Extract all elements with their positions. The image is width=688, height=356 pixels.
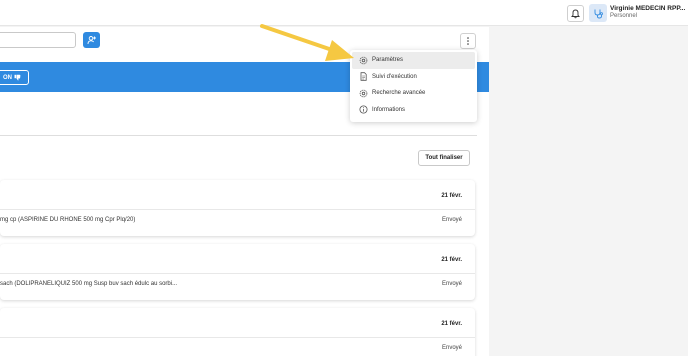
menu-item-label: Suivi d'exécution <box>372 73 417 80</box>
prescription-status: Envoyé <box>441 281 462 287</box>
finalize-all-button[interactable]: Tout finaliser <box>418 150 470 166</box>
banner-button-label: ON <box>3 74 12 81</box>
menu-item-suivi-execution[interactable]: Suivi d'exécution <box>352 69 475 86</box>
card-divider <box>0 209 475 210</box>
document-icon <box>359 72 368 81</box>
prescription-date: 21 févr. <box>441 321 462 327</box>
banner-action-button[interactable]: ON <box>0 70 29 85</box>
add-patient-button[interactable] <box>83 32 100 48</box>
prescription-date: 21 févr. <box>441 257 462 263</box>
prescription-date: 21 févr. <box>441 193 462 199</box>
card-divider <box>0 337 475 338</box>
stethoscope-icon <box>594 9 603 18</box>
gear-icon <box>359 56 368 65</box>
add-patient-icon <box>87 36 96 45</box>
more-options-button[interactable] <box>460 33 476 49</box>
prescription-status: Envoyé <box>441 345 462 351</box>
menu-item-label: Recherche avancée <box>372 90 426 97</box>
section-divider <box>0 135 477 136</box>
user-role: Personnel <box>610 13 638 19</box>
menu-item-informations[interactable]: Informations <box>352 102 475 119</box>
thumbs-down-icon <box>14 74 21 81</box>
prescription-card[interactable]: 21 févr. mg cp (ASPIRINE DU RHONE 500 mg… <box>0 180 475 236</box>
menu-item-parametres[interactable]: Paramètres <box>352 52 475 69</box>
top-bar: Virginie MEDECIN RPP... Personnel <box>0 0 688 26</box>
user-name[interactable]: Virginie MEDECIN RPP... <box>610 5 685 12</box>
menu-item-recherche-avancee[interactable]: Recherche avancée <box>352 85 475 102</box>
card-divider <box>0 273 475 274</box>
options-dropdown-menu: Paramètres Suivi d'exécution Recherche a… <box>350 50 477 122</box>
bell-icon <box>571 9 580 18</box>
prescription-description: mg cp (ASPIRINE DU RHONE 500 mg Cpr Plq/… <box>0 217 136 223</box>
prescription-description: sach (DOLIPRANELIQUIZ 500 mg Susp buv sa… <box>0 281 178 287</box>
notification-bell-button[interactable] <box>567 5 584 22</box>
menu-item-label: Informations <box>372 106 406 113</box>
info-icon <box>359 105 368 114</box>
vertical-dots-icon <box>467 37 469 45</box>
prescription-status: Envoyé <box>441 217 462 223</box>
search-input[interactable] <box>0 32 76 48</box>
user-avatar[interactable] <box>589 4 607 22</box>
prescription-card[interactable]: 21 févr. sach (DOLIPRANELIQUIZ 500 mg Su… <box>0 244 475 300</box>
menu-item-label: Paramètres <box>372 57 404 64</box>
prescription-card[interactable]: 21 févr. Envoyé <box>0 308 475 356</box>
gear-icon <box>359 89 368 98</box>
